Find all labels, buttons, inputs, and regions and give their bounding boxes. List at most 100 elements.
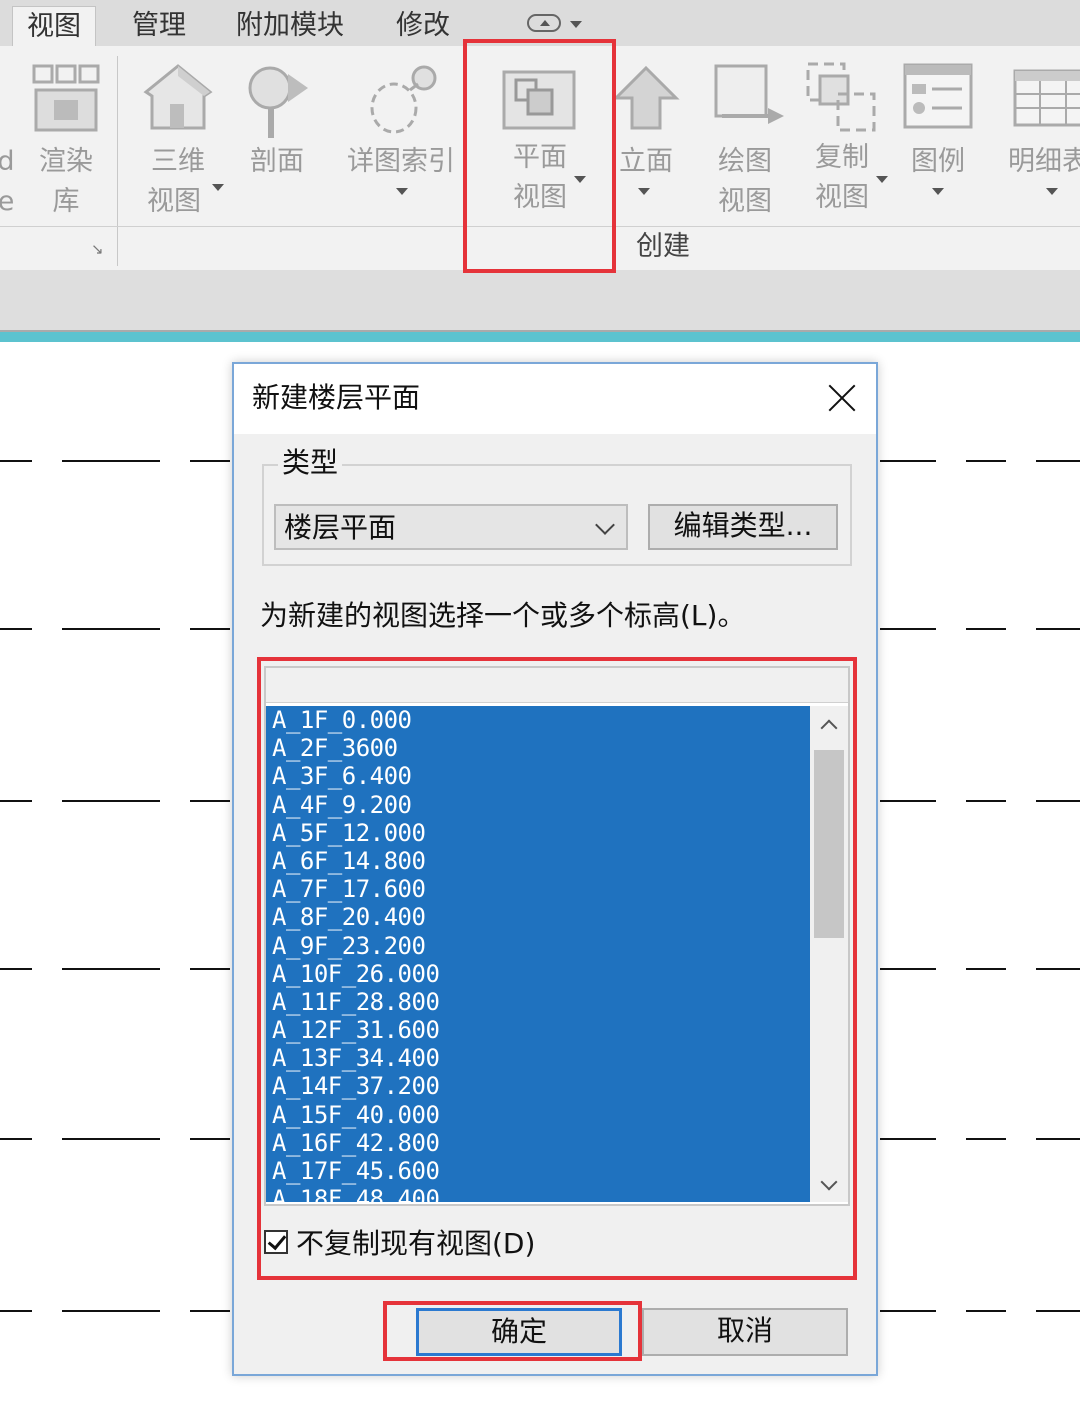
render-label-1: 渲染: [39, 146, 93, 177]
level-line-dash: [1036, 460, 1080, 462]
level-list[interactable]: A_1F_0.000 A_2F_3600 A_3F_6.400 A_4F_9.200 A…: [266, 706, 810, 1202]
chevron-down-icon[interactable]: [1046, 188, 1058, 195]
no-duplicate-checkbox[interactable]: [264, 1230, 288, 1254]
level-line-dash: [62, 800, 160, 802]
close-icon[interactable]: [826, 382, 858, 414]
level-list-item[interactable]: A_18F_48.400: [266, 1185, 810, 1202]
level-list-item[interactable]: A_1F_0.000: [266, 706, 810, 734]
chevron-down-icon[interactable]: [876, 176, 888, 183]
duplicate-view-button[interactable]: 复制 视图: [800, 56, 888, 226]
chevron-down-icon[interactable]: [574, 176, 586, 183]
level-list-item[interactable]: A_2F_3600: [266, 734, 810, 762]
schedule-label: 明细表: [1008, 146, 1080, 177]
level-list-item[interactable]: A_4F_9.200: [266, 791, 810, 819]
render-gallery-icon: [32, 64, 100, 132]
scroll-thumb[interactable]: [814, 750, 844, 938]
house-icon: [143, 64, 213, 130]
plan-view-button[interactable]: 平面 视图: [494, 56, 586, 226]
level-line-dash: [1036, 1310, 1080, 1312]
3d-view-button[interactable]: 三维 视图: [136, 56, 224, 226]
dialog-launcher-icon[interactable]: ↘: [91, 240, 104, 258]
level-list-item[interactable]: A_13F_34.400: [266, 1044, 810, 1072]
level-line-dash: [62, 460, 160, 462]
callout-button[interactable]: 详图索引: [340, 56, 462, 226]
tab-modify[interactable]: 修改: [396, 6, 450, 46]
ok-button[interactable]: 确定: [416, 1308, 622, 1356]
plan-view-icon: [502, 70, 576, 130]
level-line-dash: [0, 1310, 32, 1312]
ribbon-tab-bar: 视图 管理 附加模块 修改: [0, 0, 1080, 47]
level-list-item[interactable]: A_17F_45.600: [266, 1157, 810, 1185]
type-group-label: 类型: [278, 446, 343, 480]
level-line-dash: [0, 1138, 32, 1140]
level-list-item[interactable]: A_7F_17.600: [266, 875, 810, 903]
3d-view-label-1: 三维: [151, 146, 205, 177]
elevation-label: 立面: [619, 146, 673, 177]
level-list-item[interactable]: A_12F_31.600: [266, 1016, 810, 1044]
scroll-down-icon[interactable]: [820, 1173, 838, 1191]
type-dropdown[interactable]: 楼层平面: [274, 504, 628, 550]
tab-view[interactable]: 视图: [12, 6, 96, 47]
legend-icon: [903, 63, 973, 129]
level-line-dash: [966, 1138, 1006, 1140]
level-list-item[interactable]: A_14F_37.200: [266, 1072, 810, 1100]
edit-type-button[interactable]: 编辑类型...: [648, 504, 838, 550]
level-line-dash: [966, 800, 1006, 802]
elevation-button[interactable]: 立面: [612, 56, 680, 226]
level-list-item[interactable]: A_16F_42.800: [266, 1129, 810, 1157]
section-button[interactable]: 剖面: [238, 56, 316, 226]
level-list-item[interactable]: A_8F_20.400: [266, 903, 810, 931]
3d-view-label-2: 视图: [147, 186, 201, 217]
plan-view-label-2: 视图: [513, 182, 567, 213]
legend-button[interactable]: 图例: [900, 56, 976, 226]
render-label-2: 库: [52, 186, 80, 217]
level-line-dash: [62, 1310, 160, 1312]
level-select-prompt: 为新建的视图选择一个或多个标高(L)。: [260, 599, 746, 632]
drafting-view-button[interactable]: 绘图 视图: [706, 56, 784, 226]
chevron-down-icon[interactable]: [638, 188, 650, 195]
level-line-dash: [966, 460, 1006, 462]
dialog-titlebar: 新建楼层平面: [234, 364, 876, 434]
partial-button-left[interactable]: d e: [0, 56, 14, 226]
level-list-item[interactable]: A_5F_12.000: [266, 819, 810, 847]
level-line-dash: [1036, 968, 1080, 970]
level-line-dash: [62, 968, 160, 970]
callout-label: 详图索引: [347, 146, 455, 177]
level-line-dash: [880, 628, 936, 630]
dialog-title: 新建楼层平面: [252, 381, 421, 414]
level-list-item[interactable]: A_9F_23.200: [266, 932, 810, 960]
listbox-header: [266, 668, 848, 703]
chevron-down-icon[interactable]: [212, 184, 224, 191]
level-listbox[interactable]: A_1F_0.000 A_2F_3600 A_3F_6.400 A_4F_9.200 A…: [264, 666, 850, 1206]
level-list-item[interactable]: A_3F_6.400: [266, 762, 810, 790]
level-line-dash: [0, 800, 32, 802]
schedule-button[interactable]: 明细表: [1008, 56, 1080, 226]
level-line-dash: [966, 968, 1006, 970]
tab-manage[interactable]: 管理: [132, 6, 186, 46]
no-duplicate-label[interactable]: 不复制现有视图(D): [296, 1226, 535, 1262]
cancel-button[interactable]: 取消: [642, 1308, 848, 1356]
new-floor-plan-dialog: 新建楼层平面 类型 楼层平面 编辑类型... 为新建的视图选择一个或多个标高(L…: [232, 362, 878, 1376]
tab-addins[interactable]: 附加模块: [236, 6, 344, 46]
level-list-item[interactable]: A_11F_28.800: [266, 988, 810, 1016]
chevron-down-icon[interactable]: [932, 188, 944, 195]
eject-icon[interactable]: [527, 14, 561, 32]
section-label: 剖面: [250, 146, 304, 177]
level-list-item[interactable]: A_6F_14.800: [266, 847, 810, 875]
level-line-dash: [190, 1138, 230, 1140]
level-list-item[interactable]: A_10F_26.000: [266, 960, 810, 988]
section-icon: [248, 66, 308, 138]
legend-label: 图例: [911, 146, 965, 177]
chevron-down-icon[interactable]: [570, 21, 582, 28]
listbox-scrollbar[interactable]: [810, 706, 848, 1202]
type-dropdown-value: 楼层平面: [284, 511, 397, 544]
level-line-dash: [190, 1310, 230, 1312]
level-line-dash: [0, 628, 32, 630]
level-line-dash: [880, 1138, 936, 1140]
chevron-down-icon[interactable]: [396, 188, 408, 195]
render-gallery-button[interactable]: 渲染 库: [28, 56, 104, 226]
scroll-up-icon[interactable]: [820, 719, 838, 737]
level-line-dash: [0, 460, 32, 462]
level-list-item[interactable]: A_15F_40.000: [266, 1101, 810, 1129]
level-line-dash: [62, 1138, 160, 1140]
